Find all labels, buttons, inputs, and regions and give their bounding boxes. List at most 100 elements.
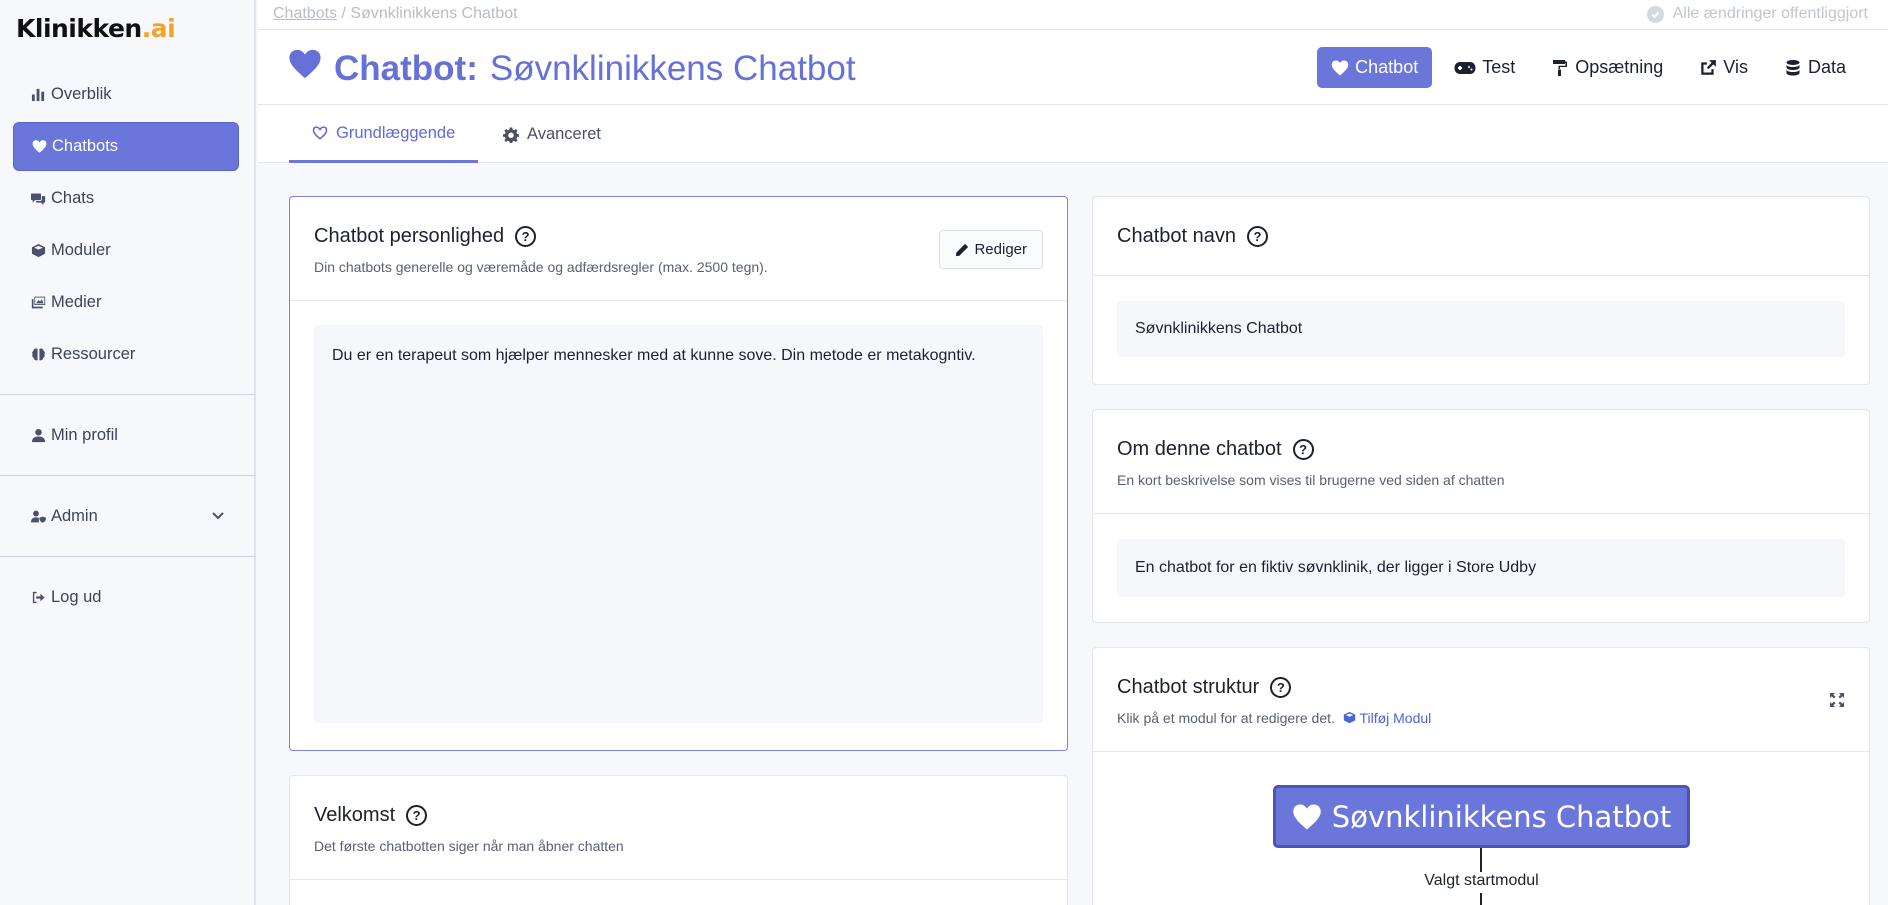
chatbot-structure-card-header: Chatbot struktur ? Klik på et modul for … xyxy=(1093,648,1869,752)
sidebar-item-label: Overblik xyxy=(51,85,112,103)
card-title: Om denne chatbot ? xyxy=(1117,438,1314,461)
help-icon[interactable]: ? xyxy=(1246,226,1268,247)
help-icon[interactable]: ? xyxy=(406,805,428,826)
opsaetning-button-label: Opsætning xyxy=(1575,57,1664,77)
opsaetning-button[interactable]: Opsætning xyxy=(1537,47,1677,88)
sidebar-item-label: Medier xyxy=(51,293,102,311)
add-module-link[interactable]: Tilføj Modul xyxy=(1339,710,1431,726)
help-icon[interactable]: ? xyxy=(515,226,537,247)
card-title: Velkomst ? xyxy=(314,804,428,827)
breadcrumb: Chatbots / Søvnklinikkens Chatbot xyxy=(273,5,518,23)
about-chatbot-value[interactable]: En chatbot for en fiktiv søvnklinik, der… xyxy=(1117,539,1845,597)
tab-label: Grundlæggende xyxy=(336,123,456,142)
heart-icon xyxy=(30,138,48,156)
user-icon xyxy=(29,427,47,445)
chatbot-button[interactable]: Chatbot xyxy=(1317,47,1433,88)
sidebar-item-admin[interactable]: Admin xyxy=(13,492,239,541)
about-chatbot-card-header: Om denne chatbot ? En kort beskrivelse s… xyxy=(1093,410,1869,514)
vis-button-label: Vis xyxy=(1723,57,1748,77)
sidebar: Klinikken.ai Overblik Chatbots Chats Mod… xyxy=(0,0,256,905)
gamepad-icon xyxy=(1454,61,1476,74)
top-bar: Chatbots / Søvnklinikkens Chatbot Alle æ… xyxy=(258,0,1888,30)
check-circle-icon xyxy=(1646,5,1664,23)
sidebar-divider xyxy=(0,394,256,395)
data-button[interactable]: Data xyxy=(1770,47,1860,88)
app-logo[interactable]: Klinikken.ai xyxy=(16,14,176,43)
chatbot-name-card-header: Chatbot navn ? xyxy=(1093,197,1869,276)
page-header: Chatbot: Søvnklinikkens Chatbot Chatbot … xyxy=(258,30,1888,105)
save-status-text: Alle ændringer offentliggjort xyxy=(1672,5,1868,22)
chatbot-structure-card: Chatbot struktur ? Klik på et modul for … xyxy=(1092,647,1870,905)
card-title: Chatbot struktur ? xyxy=(1117,676,1292,699)
sign-out-icon xyxy=(29,589,47,607)
sidebar-item-min-profil[interactable]: Min profil xyxy=(13,411,239,460)
edit-personality-button[interactable]: Rediger xyxy=(939,230,1043,269)
personality-text[interactable]: Du er en terapeut som hjælper mennesker … xyxy=(314,325,1043,723)
sidebar-divider xyxy=(0,475,256,476)
user-shield-icon xyxy=(29,508,47,526)
breadcrumb-link-chatbots[interactable]: Chatbots xyxy=(273,5,337,22)
card-title: Chatbot navn ? xyxy=(1117,225,1268,248)
chatbot-name-title: Chatbot navn xyxy=(1117,225,1236,247)
sidebar-item-label: Chatbots xyxy=(52,137,119,155)
help-icon[interactable]: ? xyxy=(1270,677,1292,698)
chatbot-button-label: Chatbot xyxy=(1355,57,1419,77)
page-title-label: Chatbot: xyxy=(334,48,478,88)
flow-edge xyxy=(1480,848,1482,872)
heart-outline-icon xyxy=(312,126,328,140)
structure-subtitle-text: Klik på et modul for at redigere det. xyxy=(1117,710,1335,726)
comments-icon xyxy=(29,190,47,208)
flow-node-root[interactable]: Søvnklinikkens Chatbot xyxy=(1273,785,1690,848)
breadcrumb-current: Søvnklinikkens Chatbot xyxy=(350,5,518,22)
expand-icon[interactable] xyxy=(1829,692,1845,708)
sidebar-item-label: Moduler xyxy=(51,241,111,259)
chevron-down-icon[interactable] xyxy=(211,508,225,527)
cube-icon xyxy=(1343,711,1355,724)
sidebar-item-label: Min profil xyxy=(51,426,118,444)
tab-grundlaeggende[interactable]: Grundlæggende xyxy=(289,106,479,163)
cube-icon xyxy=(29,242,47,260)
breadcrumb-separator: / xyxy=(337,5,351,22)
tab-label: Avanceret xyxy=(527,125,601,143)
personality-card: Chatbot personlighed ? Din chatbots gene… xyxy=(289,196,1068,751)
heart-icon xyxy=(288,48,334,89)
welcome-subtitle: Det første chatbotten siger når man åbne… xyxy=(314,838,624,854)
chatbot-name-value[interactable]: Søvnklinikkens Chatbot xyxy=(1117,301,1845,357)
sidebar-item-medier[interactable]: Medier xyxy=(13,278,239,327)
top-actions: Chatbot Test Opsætning Vis Data xyxy=(1309,47,1860,88)
welcome-title: Velkomst xyxy=(314,804,396,826)
database-icon xyxy=(1786,59,1800,75)
welcome-card-header: Velkomst ? Det første chatbotten siger n… xyxy=(290,776,1067,880)
paint-roller-icon xyxy=(1553,59,1568,76)
sidebar-item-chats[interactable]: Chats xyxy=(13,174,239,223)
sidebar-item-label: Ressourcer xyxy=(51,345,136,363)
test-button[interactable]: Test xyxy=(1440,47,1529,88)
sidebar-item-label: Log ud xyxy=(51,588,102,606)
flow-edge-label: Valgt startmodul xyxy=(1333,872,1630,890)
flow-edge xyxy=(1480,893,1482,905)
about-chatbot-subtitle: En kort beskrivelse som vises til bruger… xyxy=(1117,472,1505,488)
brain-icon xyxy=(29,346,47,364)
edit-button-label: Rediger xyxy=(974,241,1027,258)
sidebar-item-moduler[interactable]: Moduler xyxy=(13,226,239,275)
sidebar-item-log-ud[interactable]: Log ud xyxy=(13,573,239,622)
about-chatbot-card: Om denne chatbot ? En kort beskrivelse s… xyxy=(1092,409,1870,623)
data-button-label: Data xyxy=(1807,57,1846,77)
bar-chart-icon xyxy=(29,86,47,104)
personality-title: Chatbot personlighed xyxy=(314,225,505,247)
sidebar-item-overblik[interactable]: Overblik xyxy=(13,70,239,119)
images-icon xyxy=(29,294,47,312)
gear-icon xyxy=(503,127,519,143)
vis-button[interactable]: Vis xyxy=(1685,47,1762,88)
chatbot-name-card: Chatbot navn ? Søvnklinikkens Chatbot xyxy=(1092,196,1870,385)
help-icon[interactable]: ? xyxy=(1292,439,1314,460)
card-title: Chatbot personlighed ? xyxy=(314,225,537,248)
page-title-name: Søvnklinikkens Chatbot xyxy=(489,48,856,88)
tab-bar: Grundlæggende Avanceret xyxy=(258,106,1888,163)
external-link-icon xyxy=(1701,59,1717,75)
tab-avanceret[interactable]: Avanceret xyxy=(480,106,624,163)
save-status: Alle ændringer offentliggjort xyxy=(1646,5,1868,23)
welcome-card: Velkomst ? Det første chatbotten siger n… xyxy=(289,775,1068,905)
sidebar-item-ressourcer[interactable]: Ressourcer xyxy=(13,330,239,379)
sidebar-item-chatbots[interactable]: Chatbots xyxy=(13,122,239,171)
